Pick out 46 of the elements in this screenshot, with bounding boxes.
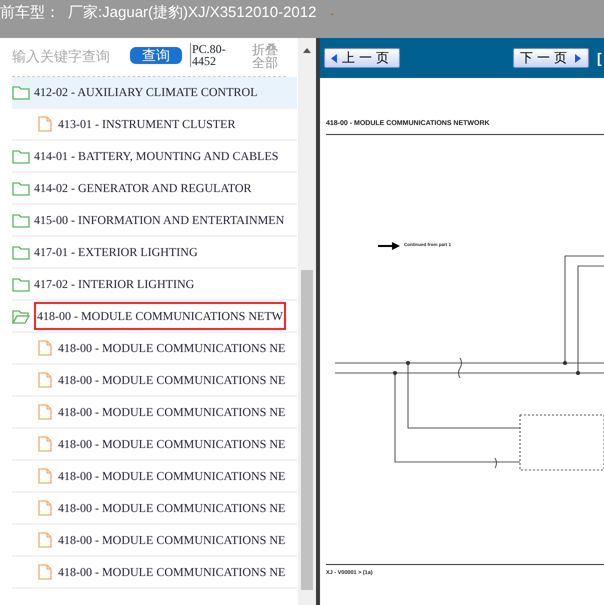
file-icon bbox=[36, 116, 54, 132]
tree-item[interactable]: 412-02 - AUXILIARY CLIMATE CONTROL bbox=[12, 77, 297, 109]
tree-item[interactable]: 418-00 - MODULE COMMUNICATIONS NE bbox=[12, 429, 297, 461]
scrollbar-thumb[interactable] bbox=[301, 270, 313, 590]
open-folder-icon bbox=[12, 308, 30, 324]
tree-item[interactable]: 413-01 - INSTRUMENT CLUSTER bbox=[12, 109, 297, 141]
scrollbar[interactable] bbox=[298, 38, 316, 605]
right-arrow-icon bbox=[575, 54, 582, 62]
tree-item[interactable]: 414-02 - GENERATOR AND REGULATOR bbox=[12, 173, 297, 205]
search-button[interactable]: 查询 bbox=[130, 47, 182, 64]
file-icon bbox=[36, 340, 54, 356]
up-arrow-icon[interactable] bbox=[303, 48, 311, 53]
folder-icon bbox=[12, 212, 30, 228]
folder-icon bbox=[12, 180, 30, 196]
vehicle-model: 厂家:Jaguar(捷豹)XJ/X3512010-2012 bbox=[68, 3, 316, 23]
bracket-text: [ bbox=[597, 48, 602, 68]
file-icon bbox=[36, 436, 54, 452]
tree-item[interactable]: 418-00 - MODULE COMMUNICATIONS NE bbox=[12, 365, 297, 397]
code-text: PC.80-4452 bbox=[190, 43, 228, 67]
folder-icon bbox=[12, 148, 30, 164]
folder-icon bbox=[12, 84, 30, 100]
folder-icon bbox=[12, 244, 30, 260]
file-icon bbox=[36, 532, 54, 548]
vehicle-label: 前车型： bbox=[0, 3, 60, 23]
tree-item[interactable]: 417-01 - EXTERIOR LIGHTING bbox=[12, 237, 297, 269]
tree-item[interactable]: 418-00 - MODULE COMMUNICATIONS NE bbox=[12, 493, 297, 525]
file-icon bbox=[36, 500, 54, 516]
left-arrow-icon bbox=[331, 54, 338, 62]
dot-mark: . bbox=[330, 3, 334, 20]
tree-item[interactable]: 418-00 - MODULE COMMUNICATIONS NE bbox=[12, 557, 297, 589]
file-icon bbox=[36, 404, 54, 420]
tree-item[interactable]: 418-00 - MODULE COMMUNICATIONS NE bbox=[12, 461, 297, 493]
tree-item[interactable]: 418-00 - MODULE COMMUNICATIONS NE bbox=[12, 333, 297, 365]
search-field[interactable]: 输入关键字查询 bbox=[12, 46, 122, 67]
tree-item[interactable]: 418-00 - MODULE COMMUNICATIONS NE bbox=[12, 525, 297, 557]
previous-page-button[interactable]: 上一页 bbox=[324, 48, 400, 68]
tree-item[interactable]: 417-02 - INTERIOR LIGHTING bbox=[12, 269, 297, 301]
next-page-button[interactable]: 下一页 bbox=[513, 48, 589, 68]
arrow-icon bbox=[378, 242, 400, 250]
file-icon bbox=[36, 372, 54, 388]
folder-icon bbox=[12, 276, 30, 292]
tree-item[interactable]: 414-01 - BATTERY, MOUNTING AND CABLES bbox=[12, 141, 297, 173]
tree-item[interactable]: 415-00 - INFORMATION AND ENTERTAINMEN bbox=[12, 205, 297, 237]
tree-item[interactable]: 418-00 - MODULE COMMUNICATIONS NE bbox=[12, 397, 297, 429]
file-icon bbox=[36, 564, 54, 580]
file-icon bbox=[36, 468, 54, 484]
